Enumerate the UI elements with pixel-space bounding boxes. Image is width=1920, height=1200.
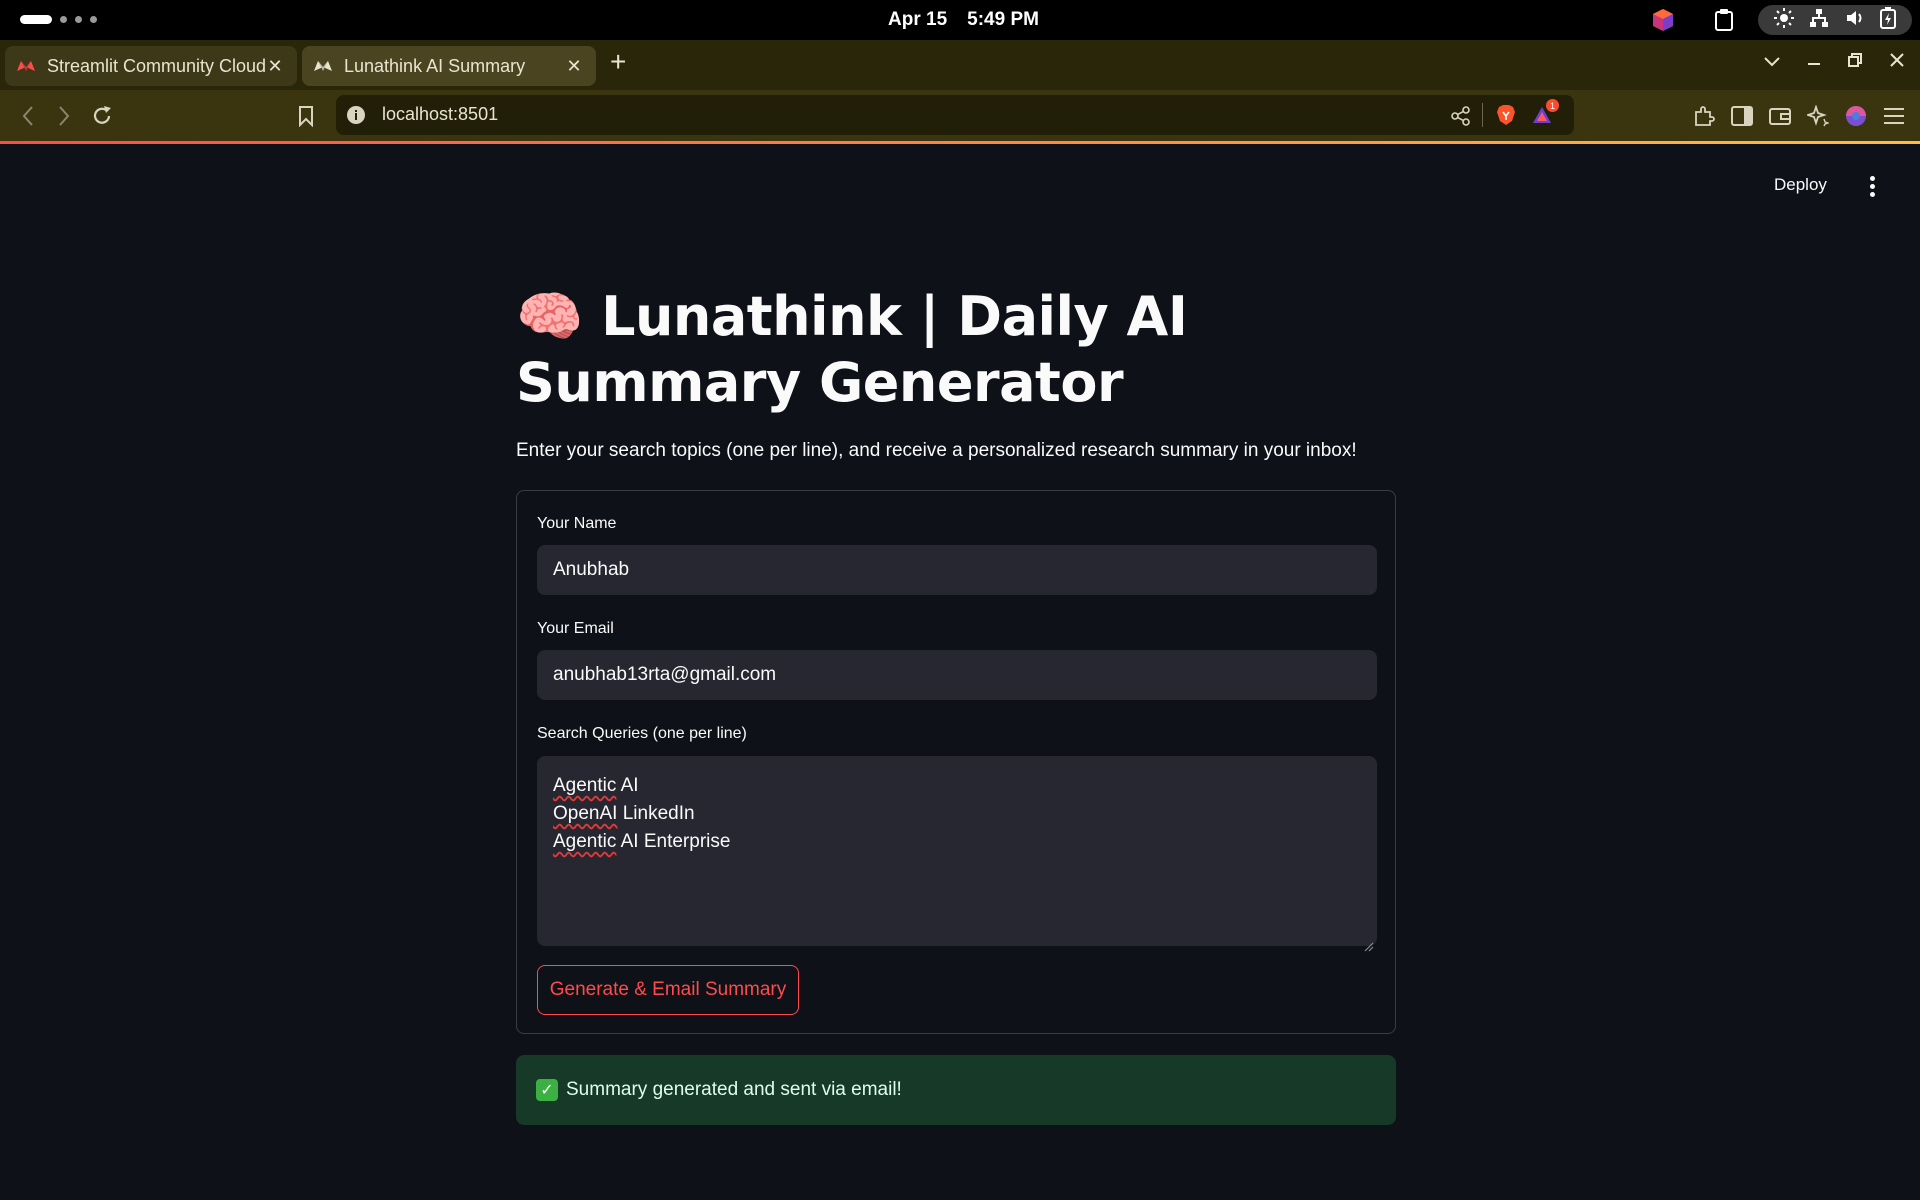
success-alert: ✓ Summary generated and sent via email! bbox=[516, 1055, 1396, 1125]
network-icon bbox=[1809, 8, 1829, 33]
address-bar[interactable]: localhost:8501 1 bbox=[336, 95, 1574, 135]
tab-lunathink[interactable]: Lunathink AI Summary ✕ bbox=[302, 46, 596, 86]
query-line: OpenAI LinkedIn bbox=[553, 803, 695, 824]
streamlit-favicon-icon bbox=[17, 57, 35, 75]
clipboard-icon[interactable] bbox=[1714, 8, 1734, 37]
app-indicator-icon[interactable] bbox=[1652, 8, 1674, 37]
close-tab-icon[interactable]: ✕ bbox=[265, 56, 285, 77]
profile-avatar-icon[interactable] bbox=[1842, 102, 1870, 130]
reload-icon[interactable] bbox=[88, 102, 116, 130]
tab-streamlit-cloud[interactable]: Streamlit Community Cloud ✕ bbox=[5, 46, 297, 86]
close-tab-icon[interactable]: ✕ bbox=[564, 56, 584, 77]
query-line: Agentic AI bbox=[553, 775, 639, 796]
email-input[interactable]: anubhab13rta@gmail.com bbox=[537, 650, 1377, 700]
query-line: Agentic AI Enterprise bbox=[553, 831, 731, 852]
tab-list-chevron-icon[interactable] bbox=[1763, 48, 1781, 74]
wallet-icon[interactable] bbox=[1766, 102, 1794, 130]
resize-handle-icon[interactable] bbox=[1364, 933, 1374, 952]
intro-text: Enter your search topics (one per line),… bbox=[516, 440, 1357, 461]
extensions-icon[interactable] bbox=[1690, 102, 1718, 130]
system-top-bar: Apr 15 5:49 PM bbox=[0, 0, 1920, 40]
system-clock[interactable]: Apr 15 5:49 PM bbox=[888, 9, 1039, 31]
main-menu-icon[interactable] bbox=[1862, 174, 1882, 198]
restore-icon[interactable] bbox=[1847, 48, 1863, 74]
brave-shields-icon[interactable] bbox=[1496, 104, 1516, 131]
browser-tab-bar: Streamlit Community Cloud ✕ Lunathink AI… bbox=[0, 40, 1920, 90]
address-bar-divider bbox=[1482, 103, 1483, 127]
tab-title: Lunathink AI Summary bbox=[344, 55, 526, 76]
notification-badge: 1 bbox=[1546, 99, 1559, 112]
battery-icon bbox=[1880, 6, 1897, 34]
name-input[interactable]: Anubhab bbox=[537, 545, 1377, 595]
sidebar-toggle-icon[interactable] bbox=[1728, 102, 1756, 130]
leo-ai-icon[interactable] bbox=[1804, 102, 1832, 130]
url-text: localhost:8501 bbox=[382, 104, 499, 124]
bookmark-icon[interactable] bbox=[292, 102, 320, 130]
tab-title: Streamlit Community Cloud bbox=[47, 55, 265, 76]
clock-date: Apr 15 bbox=[888, 9, 948, 30]
forward-icon[interactable] bbox=[50, 102, 78, 130]
page-title: 🧠 Lunathink | Daily AI Summary Generator bbox=[516, 284, 1396, 416]
menu-hamburger-icon[interactable] bbox=[1880, 102, 1908, 130]
site-info-icon[interactable] bbox=[346, 105, 366, 130]
system-status-menu[interactable] bbox=[1758, 5, 1912, 35]
workspace-indicator[interactable] bbox=[20, 15, 97, 24]
minimize-icon[interactable] bbox=[1806, 48, 1822, 74]
browser-toolbar: localhost:8501 1 bbox=[0, 90, 1920, 142]
volume-icon bbox=[1845, 8, 1865, 33]
deploy-button[interactable]: Deploy bbox=[1774, 175, 1827, 195]
share-icon[interactable] bbox=[1451, 106, 1471, 131]
clock-time: 5:49 PM bbox=[967, 9, 1039, 30]
queries-textarea[interactable]: Agentic AI OpenAI LinkedIn Agentic AI En… bbox=[537, 756, 1377, 952]
email-label: Your Email bbox=[537, 620, 614, 637]
new-tab-icon[interactable]: + bbox=[610, 48, 626, 76]
brain-emoji-icon: 🧠 bbox=[516, 285, 583, 348]
brightness-icon bbox=[1773, 7, 1794, 33]
streamlit-favicon-icon bbox=[314, 57, 332, 75]
close-window-icon[interactable] bbox=[1889, 48, 1905, 74]
streamlit-header-decoration bbox=[0, 141, 1920, 144]
page-title-text: Lunathink | Daily AI Summary Generator bbox=[516, 285, 1188, 414]
back-icon[interactable] bbox=[14, 102, 42, 130]
name-label: Your Name bbox=[537, 515, 617, 532]
queries-label: Search Queries (one per line) bbox=[537, 725, 747, 742]
generate-email-summary-button[interactable]: Generate & Email Summary bbox=[537, 965, 799, 1015]
summary-form: Your Name Anubhab Your Email anubhab13rt… bbox=[516, 490, 1396, 1034]
success-message: Summary generated and sent via email! bbox=[566, 1079, 902, 1100]
check-mark-icon: ✓ bbox=[536, 1079, 558, 1101]
